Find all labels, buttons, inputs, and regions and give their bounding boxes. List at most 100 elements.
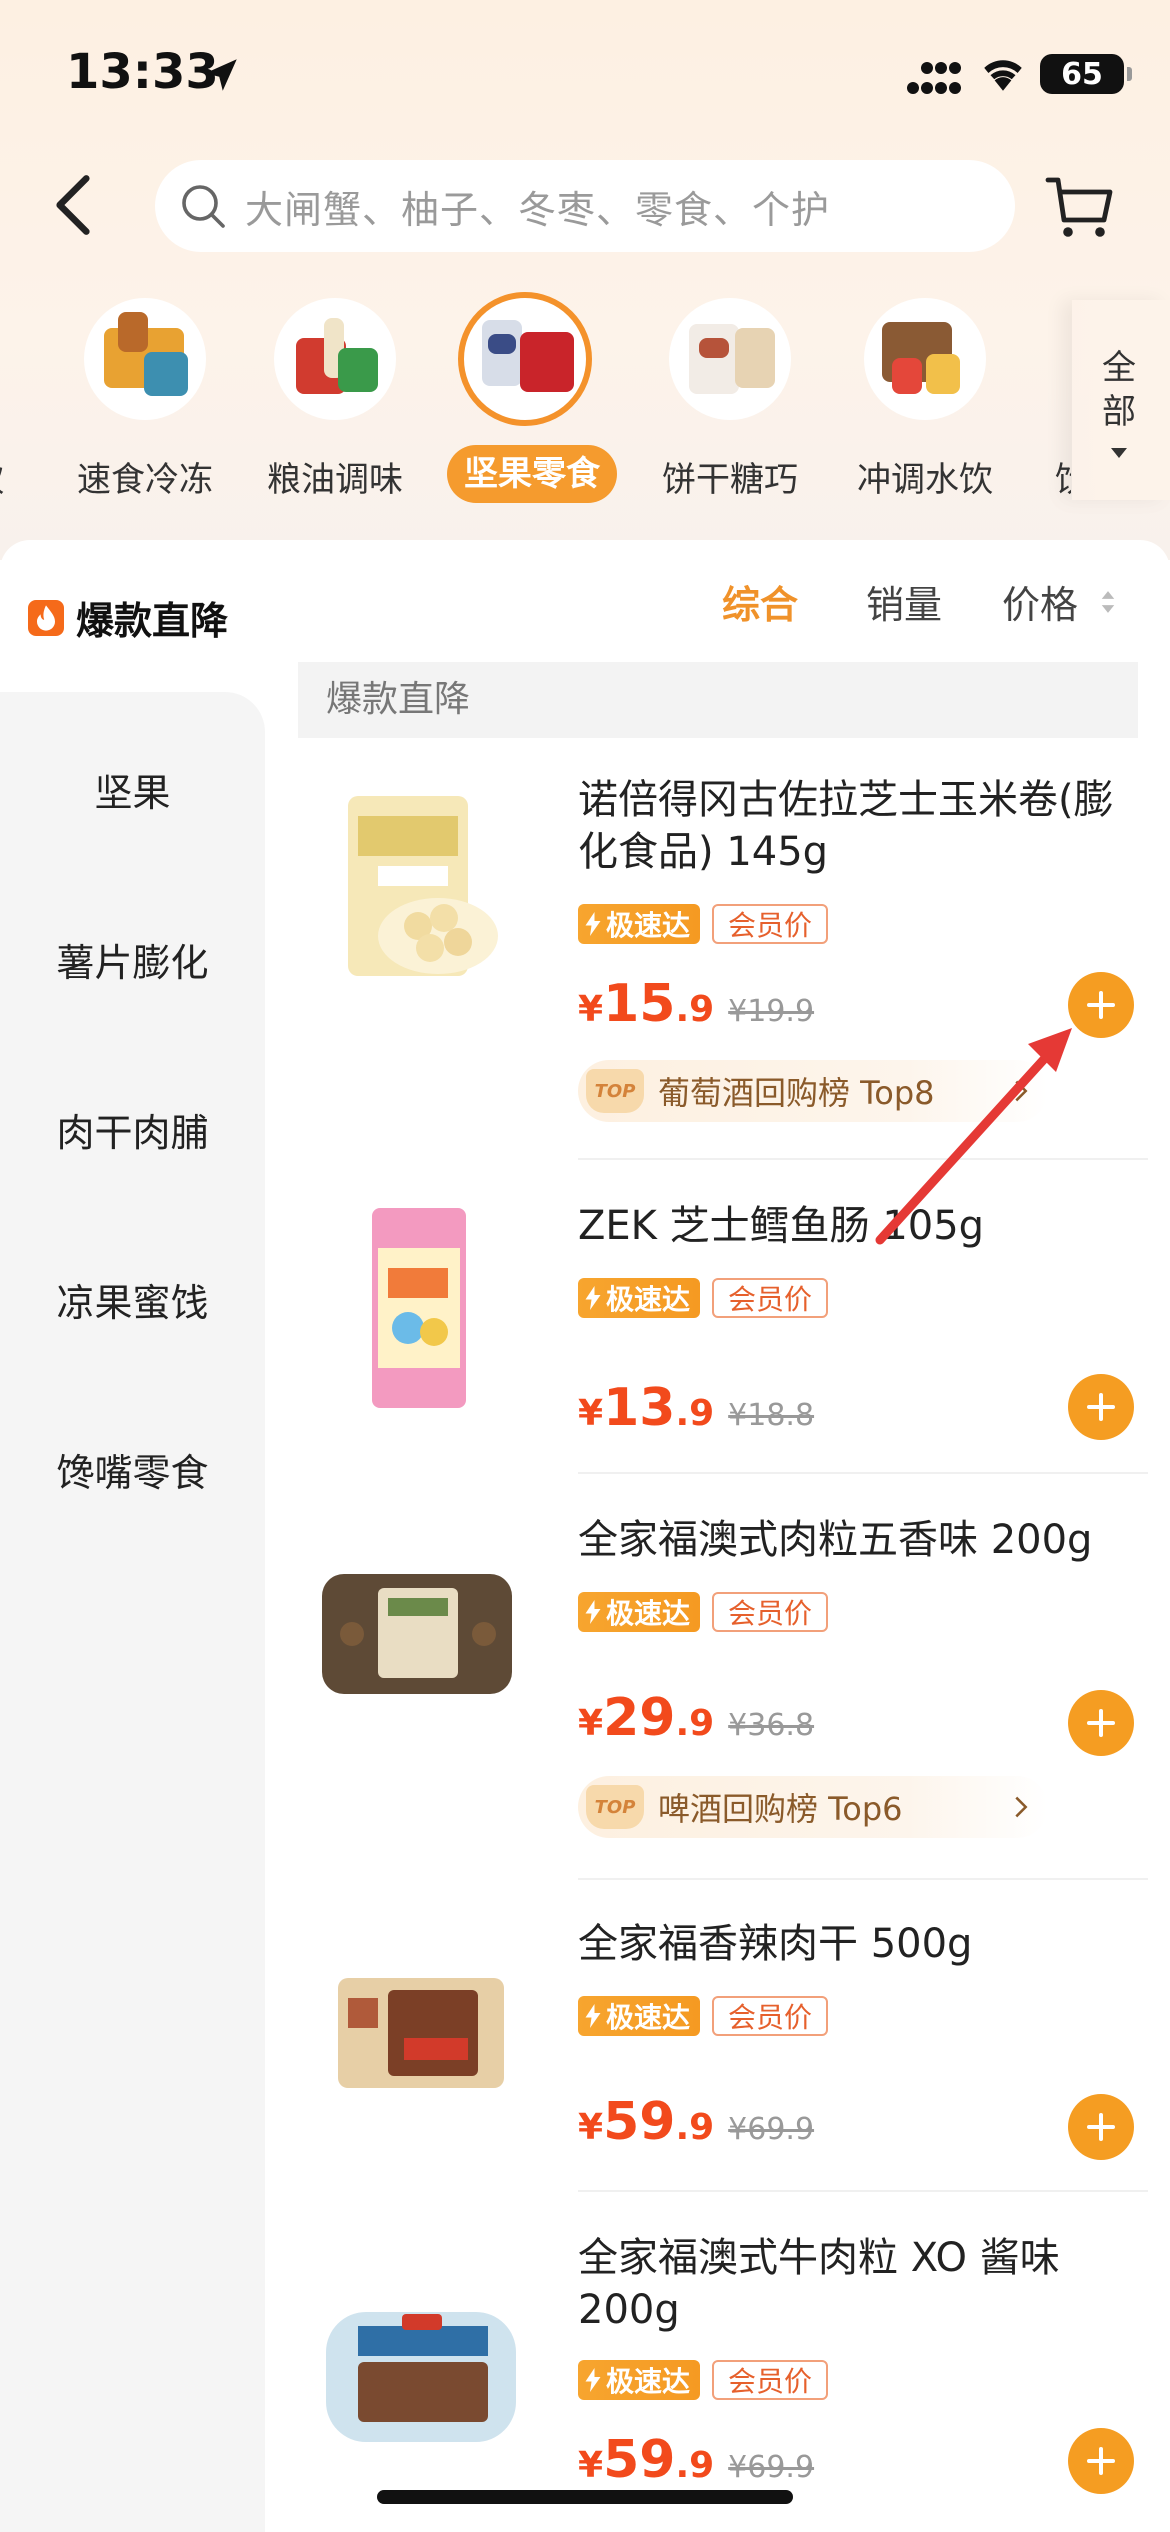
- category-thumbnail: [458, 292, 592, 426]
- sidebar-item-snacks[interactable]: 馋嘴零食: [0, 1442, 265, 1497]
- top-badge-icon: TOP: [586, 1069, 644, 1113]
- sidebar-item-preserved-fruit[interactable]: 凉果蜜饯: [0, 1272, 265, 1327]
- sidebar-item-jerky[interactable]: 肉干肉脯: [0, 1102, 265, 1157]
- sort-price[interactable]: 价格: [1002, 574, 1078, 629]
- category-edge-right[interactable]: 饮: [1055, 452, 1071, 501]
- search-icon: [182, 185, 225, 228]
- product-tags: 极速达 会员价: [578, 1996, 829, 2036]
- product-price: ¥ 15.9 ¥19.9: [578, 974, 814, 1034]
- category-thumbnail: [274, 298, 396, 420]
- lightning-icon: [585, 2368, 601, 2392]
- back-chevron-icon[interactable]: [48, 174, 98, 236]
- search-placeholder: 大闸蟹、柚子、冬枣、零食、个护: [245, 187, 831, 232]
- product-name: 诺倍得冈古佐拉芝士玉米卷(膨化食品) 145g: [578, 777, 1114, 875]
- category-thumbnail: [669, 298, 791, 420]
- price-original: ¥36.8: [728, 1708, 815, 1743]
- currency-symbol: ¥: [578, 1393, 604, 1434]
- home-indicator[interactable]: [377, 2490, 793, 2504]
- add-to-cart-button[interactable]: [1068, 2428, 1134, 2494]
- price-current: 29.9: [603, 1688, 715, 1748]
- sidebar-item-chips[interactable]: 薯片膨化: [0, 932, 265, 987]
- all-label-bottom: 部: [1102, 392, 1136, 432]
- product-tags: 极速达 会员价: [578, 2360, 829, 2400]
- divider: [578, 2190, 1148, 2192]
- express-tag-label: 极速达: [606, 1597, 691, 1630]
- price-original: ¥69.9: [728, 2112, 815, 2147]
- add-to-cart-button[interactable]: [1068, 1374, 1134, 1440]
- product-price: ¥ 59.9 ¥69.9: [578, 2092, 814, 2152]
- price-current: 59.9: [603, 2092, 715, 2152]
- fire-icon: [28, 599, 64, 636]
- add-to-cart-button[interactable]: [1068, 2094, 1134, 2160]
- lightning-icon: [585, 1600, 601, 1624]
- product-tags: 极速达 会员价: [578, 904, 829, 944]
- product-image: [338, 1978, 504, 2088]
- search-bar[interactable]: 大闸蟹、柚子、冬枣、零食、个护: [155, 160, 1015, 252]
- hot-deals-label: 爆款直降: [76, 599, 229, 643]
- sort-comprehensive[interactable]: 综合: [722, 574, 798, 629]
- all-categories-button[interactable]: 全 部: [1072, 300, 1170, 500]
- express-tag: 极速达: [578, 904, 701, 944]
- category-label: 冲调水饮: [857, 460, 993, 500]
- category-label: 坚果零食: [447, 445, 617, 503]
- category-thumbnail: [84, 298, 206, 420]
- lightning-icon: [585, 1286, 601, 1310]
- status-time: 13:33: [66, 44, 219, 100]
- price-original: ¥18.8: [728, 1398, 815, 1433]
- category-grain-oil[interactable]: 粮油调味: [250, 290, 420, 520]
- hot-deals-title: 爆款直降: [28, 590, 228, 645]
- lightning-icon: [585, 912, 601, 936]
- product-card[interactable]: 全家福澳式肉粒五香味 200g 极速达 会员价 ¥ 29.9 ¥36.8 TOP…: [298, 1514, 1158, 1874]
- product-image: [348, 796, 498, 976]
- member-price-tag: 会员价: [712, 904, 829, 944]
- member-price-tag: 会员价: [712, 1996, 829, 2036]
- top-badge-icon: TOP: [586, 1785, 644, 1829]
- sort-sales[interactable]: 销量: [866, 574, 942, 629]
- category-quick-frozen[interactable]: 速食冷冻: [60, 290, 230, 520]
- member-price-tag: 会员价: [712, 1592, 829, 1632]
- express-tag: 极速达: [578, 1278, 701, 1318]
- divider: [578, 1472, 1148, 1474]
- product-name: 全家福澳式肉粒五香味 200g: [578, 1517, 1093, 1563]
- category-strip: 饮 速食冷冻 粮油调味 坚果零食 饼干糖巧: [0, 290, 1170, 520]
- product-card[interactable]: 全家福香辣肉干 500g 极速达 会员价 ¥ 59.9 ¥69.9: [298, 1918, 1158, 2188]
- category-edge-left[interactable]: 饮: [0, 452, 4, 501]
- category-biscuits-candy[interactable]: 饼干糖巧: [645, 290, 815, 520]
- product-card[interactable]: 全家福澳式牛肉粒 XO 酱味 200g 极速达 会员价 ¥ 59.9 ¥69.9: [298, 2232, 1158, 2532]
- cart-icon[interactable]: [1044, 172, 1116, 244]
- ranking-text: 啤酒回购榜 Top6: [658, 1790, 903, 1828]
- category-label: 粮油调味: [267, 460, 403, 500]
- product-image: [322, 1574, 512, 1694]
- wifi-icon: [984, 60, 1022, 91]
- price-current: 13.9: [603, 1378, 715, 1438]
- category-thumbnail: [864, 298, 986, 420]
- product-price: ¥ 59.9 ¥69.9: [578, 2430, 814, 2490]
- price-current: 59.9: [603, 2430, 715, 2490]
- express-tag-label: 极速达: [606, 1283, 691, 1316]
- ranking-banner[interactable]: TOP 啤酒回购榜 Top6: [578, 1776, 1048, 1838]
- currency-symbol: ¥: [578, 2445, 604, 2486]
- product-image: [372, 1208, 466, 1408]
- member-price-tag: 会员价: [712, 2360, 829, 2400]
- category-drinks[interactable]: 冲调水饮: [840, 290, 1010, 520]
- annotation-arrow-icon: [875, 1028, 1072, 1245]
- express-tag-label: 极速达: [606, 2365, 691, 2398]
- express-tag-label: 极速达: [606, 2001, 691, 2034]
- product-tags: 极速达 会员价: [578, 1278, 829, 1318]
- lightning-icon: [585, 2004, 601, 2028]
- product-price: ¥ 13.9 ¥18.8: [578, 1378, 814, 1438]
- express-tag: 极速达: [578, 2360, 701, 2400]
- product-tags: 极速达 会员价: [578, 1592, 829, 1632]
- category-nuts-snacks[interactable]: 坚果零食: [440, 290, 617, 520]
- product-name: 全家福澳式牛肉粒 XO 酱味 200g: [578, 2235, 1060, 2333]
- product-name: 全家福香辣肉干 500g: [578, 1921, 973, 1967]
- add-to-cart-button[interactable]: [1068, 1690, 1134, 1756]
- all-label-top: 全: [1102, 348, 1136, 388]
- sidebar-item-nuts[interactable]: 坚果: [0, 762, 265, 817]
- price-current: 15.9: [603, 974, 715, 1034]
- member-price-tag: 会员价: [712, 1278, 829, 1318]
- section-header: 爆款直降: [298, 662, 1138, 738]
- cellular-signal-icon: [907, 62, 961, 94]
- category-label: 饼干糖巧: [662, 460, 798, 500]
- currency-symbol: ¥: [578, 1703, 604, 1744]
